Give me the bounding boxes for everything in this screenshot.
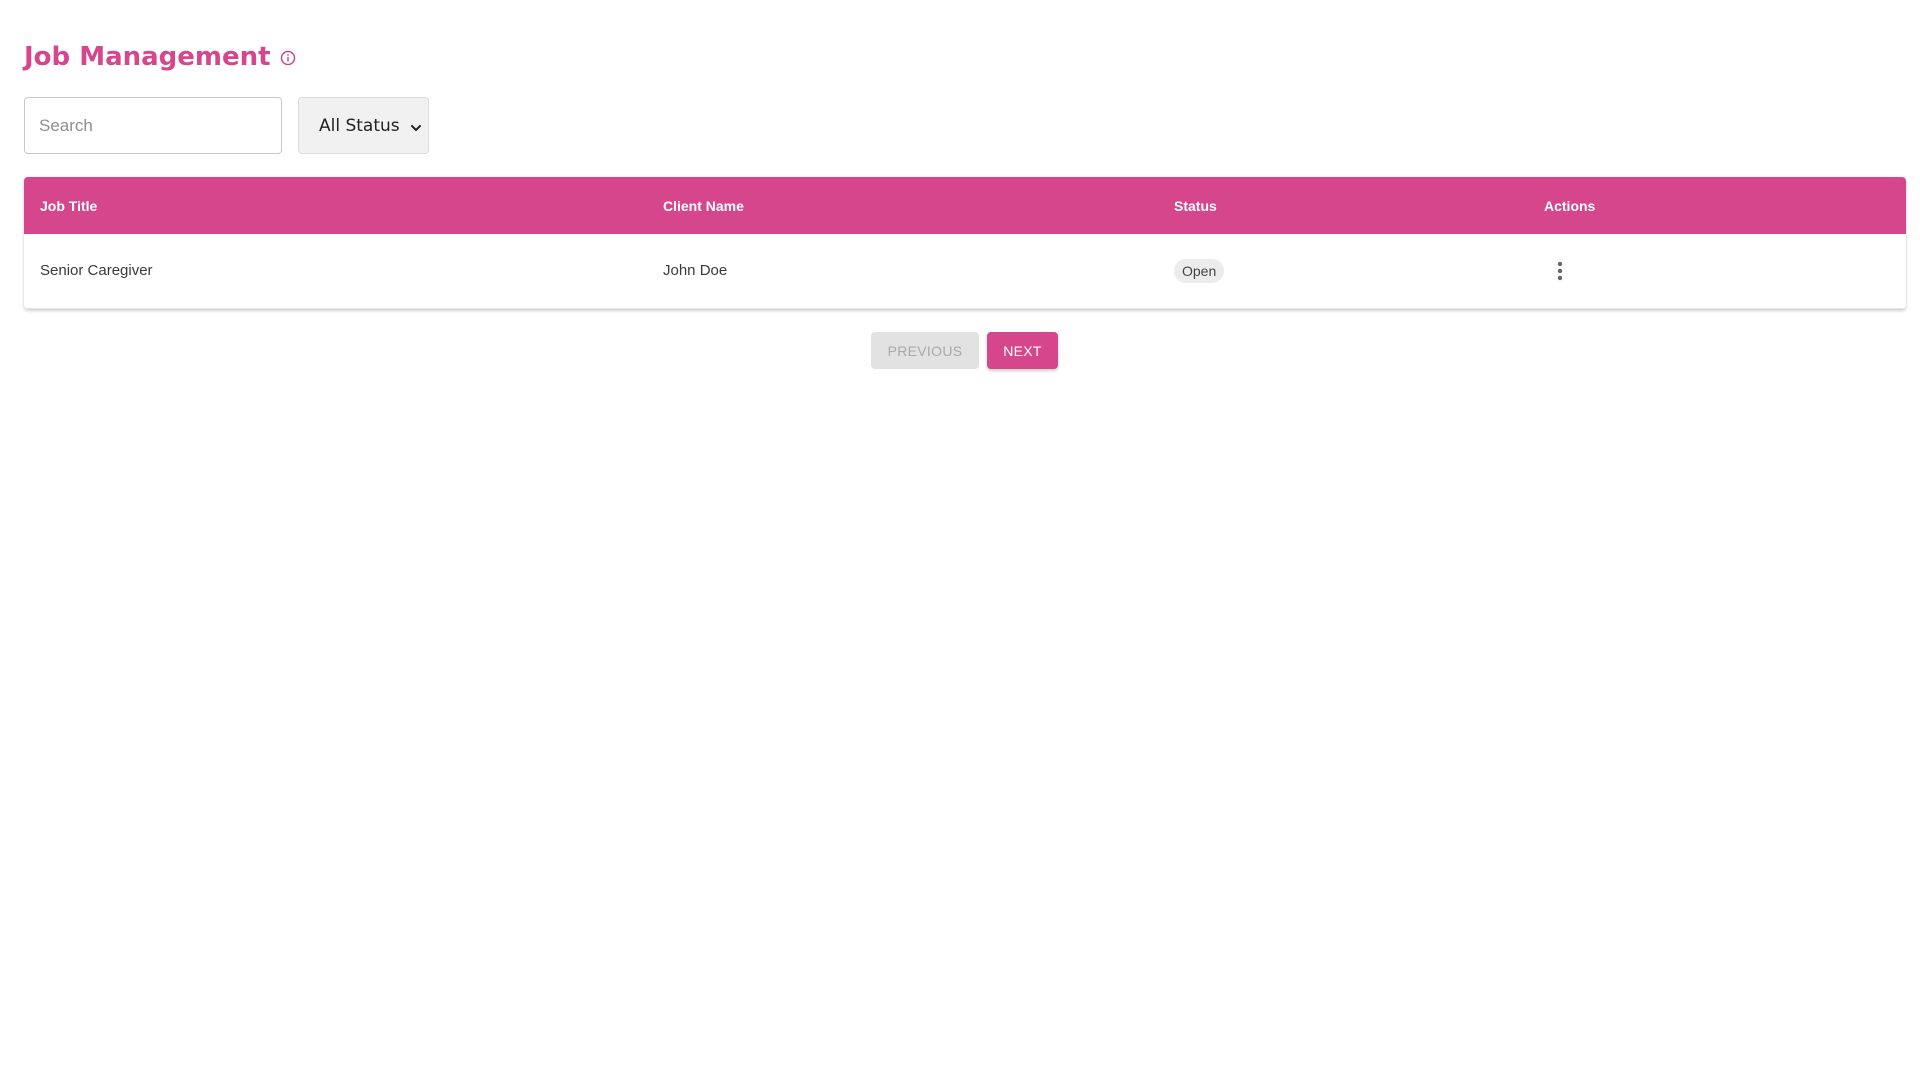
pagination: Previous Next [871, 332, 1058, 369]
previous-button[interactable]: Previous [871, 332, 979, 369]
more-vertical-icon[interactable] [1540, 251, 1580, 291]
status-badge: Open [1174, 258, 1225, 283]
status-filter-value: All Status [319, 115, 400, 136]
job-management-page: Job Management All Status Job Title [0, 0, 1920, 1080]
status-filter-select[interactable]: All Status [298, 97, 429, 154]
table-header: Job Title Client Name Status Actions [24, 177, 1906, 234]
table-row[interactable]: Senior Caregiver John Doe Open [24, 234, 1906, 309]
column-header-client-name: Client Name [663, 197, 744, 214]
column-header-job-title: Job Title [40, 197, 98, 214]
jobs-table: Job Title Client Name Status Actions Sen… [24, 177, 1906, 309]
chevron-down-icon [410, 119, 422, 131]
filter-toolbar: All Status [24, 97, 429, 154]
page-title: Job Management [24, 42, 271, 72]
table-header-row: Job Title Client Name Status Actions [24, 177, 1906, 234]
page-header: Job Management [24, 38, 297, 76]
next-button[interactable]: Next [987, 332, 1058, 369]
info-circle-icon[interactable] [279, 49, 297, 67]
table-body: Senior Caregiver John Doe Open [24, 234, 1906, 309]
actions-cell [1528, 234, 1906, 309]
client-name-cell: John Doe [647, 234, 1158, 309]
job-title-cell: Senior Caregiver [24, 234, 647, 309]
search-input[interactable] [24, 97, 282, 154]
column-header-actions: Actions [1544, 197, 1596, 214]
status-cell: Open [1158, 234, 1528, 309]
column-header-status: Status [1174, 197, 1217, 214]
jobs-table-card: Job Title Client Name Status Actions Sen… [24, 177, 1906, 309]
